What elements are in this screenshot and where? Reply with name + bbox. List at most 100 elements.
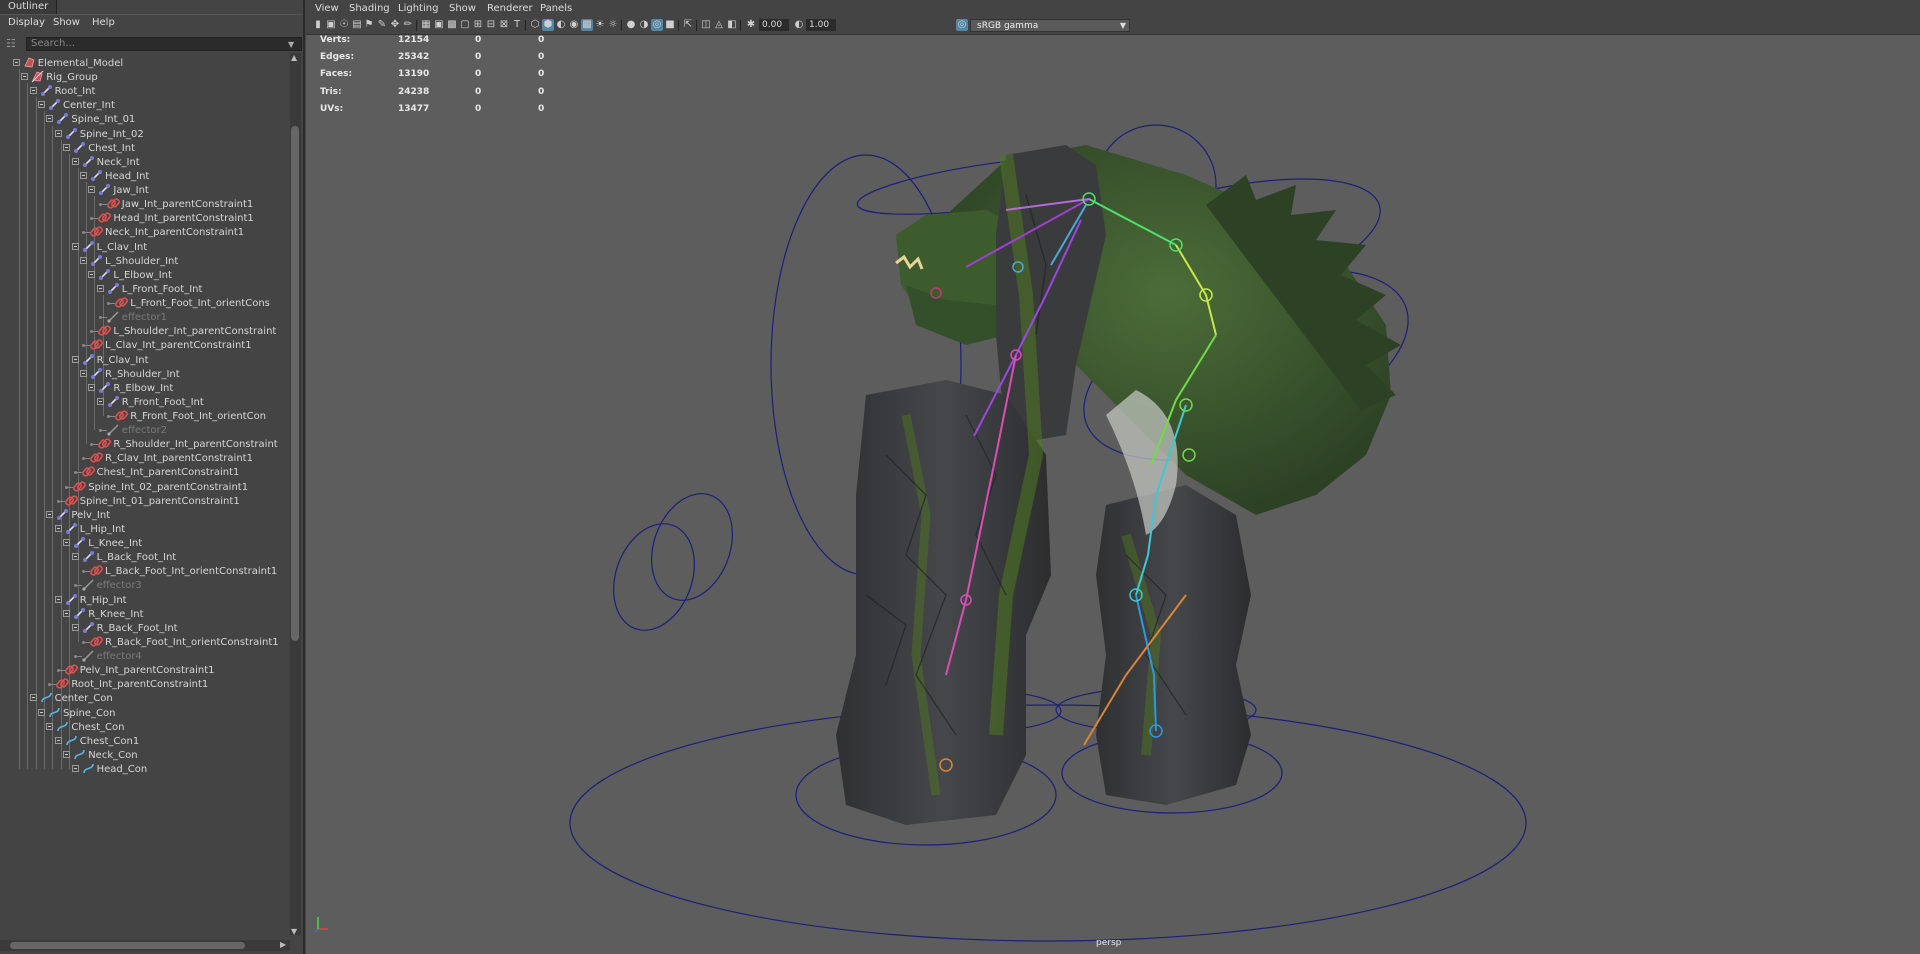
scrollbar-thumb[interactable]	[291, 126, 299, 641]
title-icon[interactable]: T	[511, 19, 523, 31]
wireframe-on-shaded-icon[interactable]: ◉	[568, 19, 580, 31]
collapse-toggle-icon[interactable]	[63, 609, 71, 617]
viewport-panel[interactable]: View Shading Lighting Show Renderer Pane…	[306, 0, 1920, 954]
outliner-item-label: L_Clav_Int_parentConstraint1	[105, 340, 252, 352]
scrollbar-thumb[interactable]	[10, 942, 245, 949]
bookmark-icon[interactable]: ☉	[338, 19, 350, 31]
curve-icon	[73, 748, 86, 762]
use-all-lights-icon[interactable]: ☀	[594, 19, 606, 31]
depth-of-field-icon[interactable]: ■	[664, 19, 676, 31]
tab-outliner[interactable]: Outliner	[0, 0, 58, 14]
smooth-shade-icon[interactable]: ⬢	[542, 19, 554, 31]
image-plane-icon[interactable]: ▤	[351, 19, 363, 31]
collapse-toggle-icon[interactable]	[71, 355, 79, 363]
menu-shading[interactable]: Shading	[349, 2, 390, 16]
outliner-item-label: Pelv_Int	[71, 509, 111, 521]
menu-show[interactable]: Show	[449, 2, 476, 16]
pencil-icon[interactable]: ✏	[402, 19, 414, 31]
outliner-item-label: L_Front_Foot_Int_orientCons	[130, 298, 270, 310]
safe-action-icon[interactable]: ⊟	[485, 19, 497, 31]
multisample-aa-icon[interactable]: ◎	[651, 19, 663, 31]
menu-view[interactable]: View	[315, 2, 339, 16]
grease-pencil-icon[interactable]: ✎	[376, 19, 388, 31]
xray-joints-icon[interactable]: ◬	[713, 19, 725, 31]
resolution-gate-icon[interactable]: ▩	[446, 19, 458, 31]
view-transform-dropdown[interactable]: sRGB gamma ▼	[970, 19, 1130, 32]
filter-icon[interactable]: ☷	[6, 37, 18, 51]
collapse-toggle-icon[interactable]	[71, 242, 79, 250]
scroll-down-icon[interactable]: ▼	[291, 927, 297, 936]
menu-show[interactable]: Show	[53, 16, 80, 30]
collapse-toggle-icon[interactable]	[63, 143, 71, 151]
collapse-toggle-icon[interactable]	[38, 101, 45, 109]
search-input[interactable]	[26, 37, 302, 51]
collapse-toggle-icon[interactable]	[63, 539, 71, 547]
collapse-toggle-icon[interactable]	[54, 129, 62, 137]
gamma-icon[interactable]: ◐	[793, 19, 805, 31]
motion-blur-icon[interactable]: ◑	[638, 19, 650, 31]
film-gate-icon[interactable]: ▣	[433, 19, 445, 31]
collapse-toggle-icon[interactable]	[96, 397, 104, 405]
menu-panels[interactable]: Panels	[540, 2, 572, 16]
collapse-toggle-icon[interactable]	[88, 186, 96, 194]
collapse-toggle-icon[interactable]	[46, 115, 54, 123]
collapse-toggle-icon[interactable]	[71, 553, 79, 561]
collapse-toggle-icon[interactable]	[29, 87, 37, 95]
collapse-toggle-icon[interactable]	[88, 383, 96, 391]
field-chart-icon[interactable]: ⊞	[472, 19, 484, 31]
collapse-toggle-icon[interactable]	[54, 524, 62, 532]
outliner-item-label: Center_Int	[63, 100, 115, 112]
constraint-icon	[90, 338, 103, 352]
collapse-toggle-icon[interactable]	[46, 510, 54, 518]
curve-icon	[65, 734, 78, 748]
collapse-toggle-icon[interactable]	[80, 256, 87, 264]
menu-lighting[interactable]: Lighting	[398, 2, 438, 16]
collapse-toggle-icon[interactable]	[96, 284, 104, 292]
outliner-item-label: L_Knee_Int	[88, 538, 143, 550]
collapse-toggle-icon[interactable]	[71, 623, 79, 631]
bookmark-icon[interactable]: ⚑	[363, 19, 375, 31]
color-management-icon[interactable]: ◎	[956, 19, 968, 31]
exposure-field[interactable]: 0.00	[759, 19, 789, 31]
collapse-toggle-icon[interactable]	[80, 369, 87, 377]
outliner-horizontal-scrollbar[interactable]: ▶	[0, 940, 290, 951]
collapse-toggle-icon[interactable]	[54, 595, 62, 603]
scroll-right-icon[interactable]: ▶	[280, 940, 286, 949]
xray-icon[interactable]: ◫	[700, 19, 712, 31]
gamma-field[interactable]: 1.00	[806, 19, 836, 31]
gate-mask-icon[interactable]: ▢	[459, 19, 471, 31]
collapse-toggle-icon[interactable]	[46, 722, 54, 730]
collapse-toggle-icon[interactable]	[80, 171, 87, 179]
screen-space-ao-icon[interactable]: ●	[625, 19, 637, 31]
chevron-down-icon[interactable]: ▼	[288, 40, 294, 49]
collapse-toggle-icon[interactable]	[71, 157, 79, 165]
safe-title-icon[interactable]: ⊠	[498, 19, 510, 31]
camera-attributes-icon[interactable]: ▣	[325, 19, 337, 31]
default-material-icon[interactable]: ◐	[555, 19, 567, 31]
select-camera-icon[interactable]: ▮	[312, 19, 324, 31]
outliner-item-label: Root_Int_parentConstraint1	[71, 679, 209, 691]
exposure-icon[interactable]: ✱	[745, 19, 757, 31]
outliner-item[interactable]: Head_Con	[0, 761, 290, 778]
textured-icon[interactable]: ▩	[581, 19, 593, 31]
3d-scene[interactable]	[306, 35, 1920, 951]
wireframe-icon[interactable]: ⬡	[529, 19, 541, 31]
collapse-toggle-icon[interactable]	[71, 765, 79, 772]
2d-pan-zoom-icon[interactable]: ✥	[389, 19, 401, 31]
xray-active-components-icon[interactable]: ◧	[726, 19, 738, 31]
menu-renderer[interactable]: Renderer	[487, 2, 533, 16]
collapse-toggle-icon[interactable]	[54, 736, 62, 744]
collapse-toggle-icon[interactable]	[88, 270, 96, 278]
outliner-vertical-scrollbar[interactable]: ▲ ▼	[290, 53, 301, 936]
collapse-toggle-icon[interactable]	[21, 73, 29, 81]
scroll-up-icon[interactable]: ▲	[291, 53, 297, 62]
grid-icon[interactable]: ▦	[420, 19, 432, 31]
collapse-toggle-icon[interactable]	[29, 694, 37, 702]
shadows-icon[interactable]: ☼	[607, 19, 619, 31]
collapse-toggle-icon[interactable]	[63, 750, 71, 758]
menu-help[interactable]: Help	[92, 16, 115, 30]
collapse-toggle-icon[interactable]	[12, 59, 20, 66]
isolate-select-icon[interactable]: ⇱	[682, 19, 694, 31]
collapse-toggle-icon[interactable]	[38, 708, 45, 716]
menu-display[interactable]: Display	[8, 16, 45, 30]
